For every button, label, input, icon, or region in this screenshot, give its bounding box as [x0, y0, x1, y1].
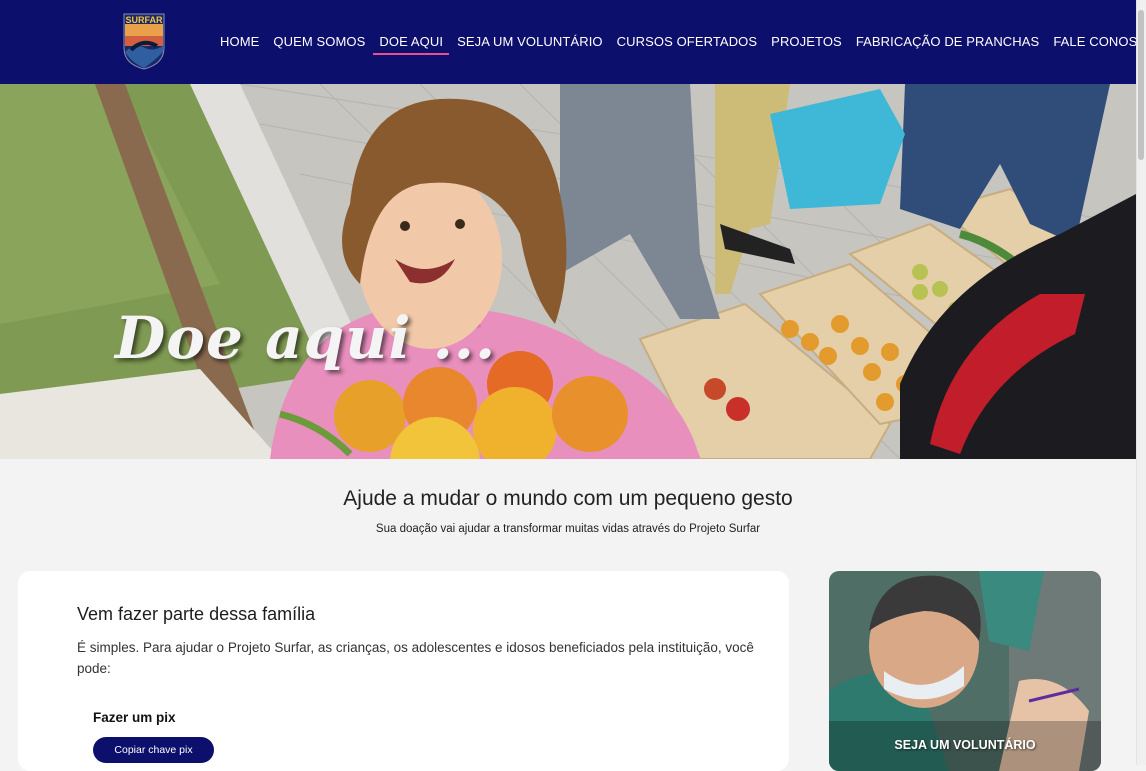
nav-projetos[interactable]: PROJETOS: [771, 34, 842, 55]
top-navbar: SURFAR HOME QUEM SOMOS DOE AQUI SEJA UM …: [0, 0, 1146, 84]
nav-doe-aqui[interactable]: DOE AQUI: [373, 34, 449, 55]
intro-title: Ajude a mudar o mundo com um pequeno ges…: [343, 487, 793, 510]
pix-title: Fazer um pix: [93, 710, 176, 725]
hero-title: Doe aqui ...: [115, 304, 497, 372]
page-scrollbar[interactable]: [1136, 0, 1146, 765]
nav-cursos-ofertados[interactable]: CURSOS OFERTADOS: [617, 34, 758, 55]
card-text: É simples. Para ajudar o Projeto Surfar,…: [77, 640, 754, 676]
copy-pix-key-button[interactable]: Copiar chave pix: [93, 737, 214, 763]
nav-home[interactable]: HOME: [220, 34, 259, 55]
logo-text: SURFAR: [125, 15, 163, 25]
volunteer-label: SEJA UM VOLUNTÁRIO: [894, 738, 1036, 752]
surfar-logo[interactable]: SURFAR: [121, 12, 167, 70]
nav-fabricacao-pranchas[interactable]: FABRICAÇÃO DE PRANCHAS: [856, 34, 1040, 55]
scrollbar-thumb[interactable]: [1138, 10, 1144, 160]
volunteer-card[interactable]: SEJA UM VOLUNTÁRIO: [829, 571, 1101, 771]
nav-quem-somos[interactable]: QUEM SOMOS: [273, 34, 365, 55]
main-menu: HOME QUEM SOMOS DOE AQUI SEJA UM VOLUNTÁ…: [220, 34, 1146, 55]
hero-banner: Doe aqui ...: [0, 84, 1136, 459]
card-title: Vem fazer parte dessa família: [77, 604, 316, 624]
nav-fale-conosco[interactable]: FALE CONOSCO: [1053, 34, 1146, 55]
nav-seja-voluntario[interactable]: SEJA UM VOLUNTÁRIO: [457, 34, 603, 55]
intro-subtitle: Sua doação vai ajudar a transformar muit…: [375, 523, 761, 535]
hero-photo: [0, 84, 1136, 459]
donation-card: Vem fazer parte dessa família É simples.…: [18, 571, 789, 771]
